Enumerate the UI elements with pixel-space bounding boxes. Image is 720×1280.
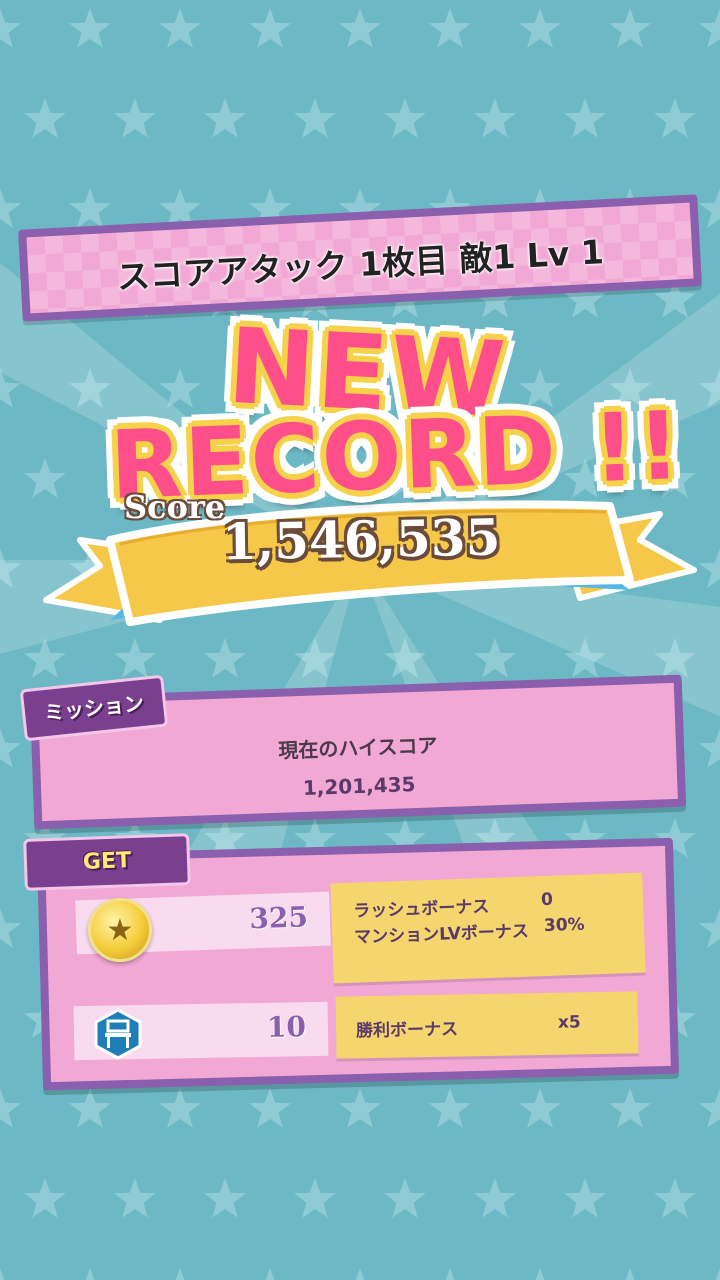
get-tag-label: GET [82,848,132,875]
score-value: 1,546,535 [221,507,501,572]
mansion-bonus-value: 30% [543,914,585,937]
score-label: Score [124,488,226,526]
rush-bonus-value: 0 [540,889,554,911]
star-coin-icon: ★ [88,898,152,962]
bonus-box-1: ラッシュボーナス 0 マンションLVボーナス 30% [330,872,646,984]
mansion-bonus-label: マンションLVボーナス [353,921,530,948]
coin-count: 325 [248,900,309,936]
chair-badge-icon [94,1008,142,1060]
get-tag: GET [23,833,191,891]
bonus-box-2: 勝利ボーナス x5 [335,991,639,1059]
win-bonus-label: 勝利ボーナス [355,1019,459,1042]
mission-value: 1,201,435 [302,772,416,800]
win-bonus-value: x5 [557,1012,581,1033]
rush-bonus-label: ラッシュボーナス [352,896,490,922]
chair-count: 10 [266,1010,307,1044]
